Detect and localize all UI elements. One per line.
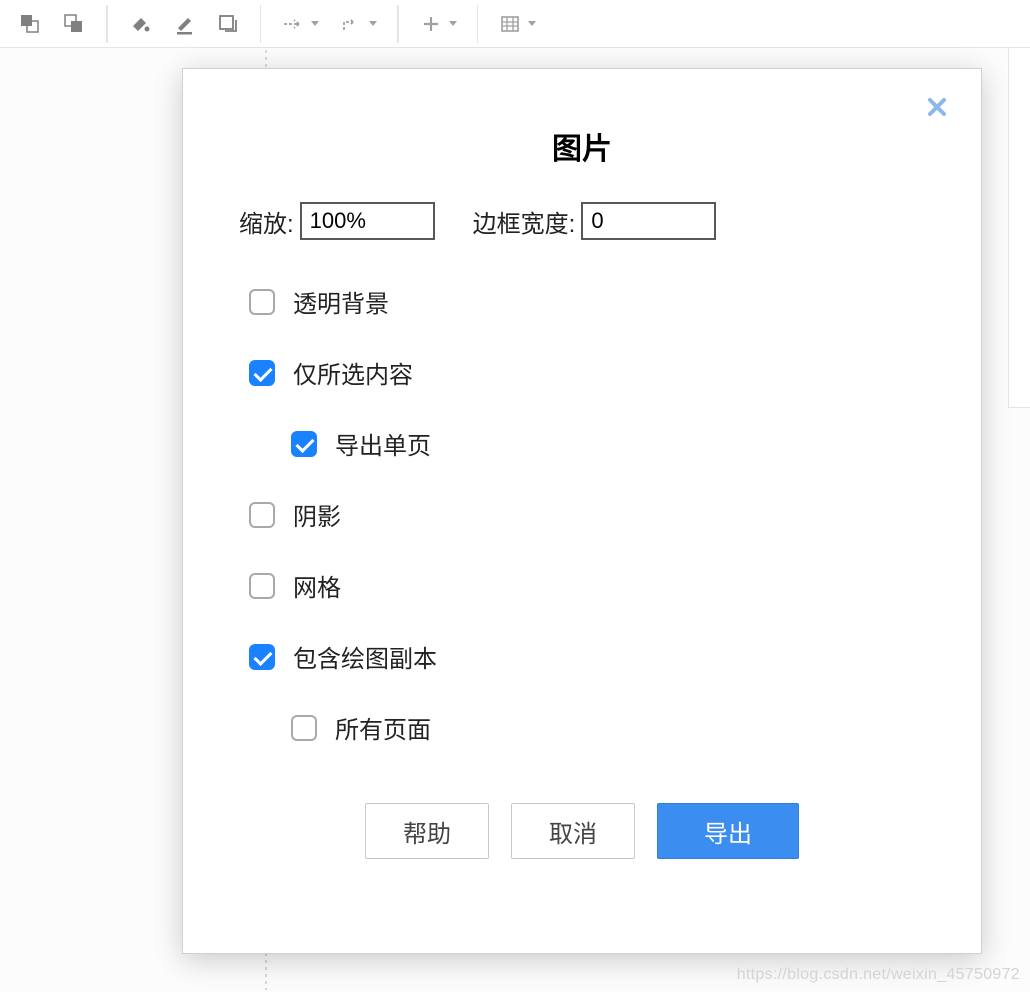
toolbar-group-style: [118, 12, 250, 36]
options-list: 透明背景 仅所选内容 导出单页 阴影 网格 包含绘图副本 所有页面: [183, 284, 981, 745]
toolbar-group-arrange: [8, 12, 96, 36]
toolbar: [0, 0, 1030, 48]
toolbar-separator: [106, 5, 108, 43]
transparent-checkbox[interactable]: [249, 289, 275, 315]
option-include-copy: 包含绘图副本: [249, 639, 981, 674]
grid-label: 网格: [293, 568, 341, 603]
chevron-down-icon: [311, 21, 319, 26]
toolbar-separator: [397, 5, 399, 43]
help-button[interactable]: 帮助: [365, 803, 489, 859]
waypoint-icon: [339, 12, 363, 36]
transparent-label: 透明背景: [293, 284, 389, 319]
option-selection-only: 仅所选内容: [249, 355, 981, 390]
single-page-label: 导出单页: [335, 426, 431, 461]
zoom-label: 缩放:: [239, 204, 294, 239]
toolbar-group-table: [488, 12, 546, 36]
to-front-icon[interactable]: [18, 12, 42, 36]
option-transparent-background: 透明背景: [249, 284, 981, 319]
line-color-icon[interactable]: [172, 12, 196, 36]
connection-arrow-icon: [281, 12, 305, 36]
option-all-pages: 所有页面: [291, 710, 981, 745]
border-input[interactable]: [581, 202, 716, 240]
border-field: 边框宽度:: [473, 202, 717, 240]
to-back-icon[interactable]: [62, 12, 86, 36]
include-copy-checkbox[interactable]: [249, 644, 275, 670]
close-icon[interactable]: [921, 91, 953, 123]
border-label: 边框宽度:: [473, 204, 576, 239]
zoom-field: 缩放:: [239, 202, 435, 240]
option-shadow: 阴影: [249, 497, 981, 532]
table-dropdown[interactable]: [498, 12, 536, 36]
all-pages-label: 所有页面: [335, 710, 431, 745]
chevron-down-icon: [528, 21, 536, 26]
right-panel-edge: [1008, 48, 1030, 408]
toolbar-group-connection: [271, 12, 387, 36]
include-copy-label: 包含绘图副本: [293, 639, 437, 674]
single-page-checkbox[interactable]: [291, 431, 317, 457]
shadow-label: 阴影: [293, 497, 341, 532]
waypoint-dropdown[interactable]: [339, 12, 377, 36]
dialog-button-row: 帮助 取消 导出: [183, 803, 981, 859]
toolbar-separator: [260, 5, 262, 43]
selection-label: 仅所选内容: [293, 355, 413, 390]
cancel-button[interactable]: 取消: [511, 803, 635, 859]
option-export-single-page: 导出单页: [291, 426, 981, 461]
table-icon: [498, 12, 522, 36]
shadow-checkbox[interactable]: [249, 502, 275, 528]
grid-checkbox[interactable]: [249, 573, 275, 599]
selection-checkbox[interactable]: [249, 360, 275, 386]
chevron-down-icon: [369, 21, 377, 26]
export-button[interactable]: 导出: [657, 803, 799, 859]
connection-style-dropdown[interactable]: [281, 12, 319, 36]
fill-color-icon[interactable]: [128, 12, 152, 36]
dialog-title: 图片: [183, 124, 981, 168]
field-row: 缩放: 边框宽度:: [183, 202, 981, 240]
plus-icon: [419, 12, 443, 36]
insert-dropdown[interactable]: [419, 12, 457, 36]
export-image-dialog: 图片 缩放: 边框宽度: 透明背景 仅所选内容 导出单页 阴影 网: [182, 68, 982, 954]
toolbar-separator: [477, 5, 479, 43]
option-grid: 网格: [249, 568, 981, 603]
zoom-input[interactable]: [300, 202, 435, 240]
shadow-icon[interactable]: [216, 12, 240, 36]
chevron-down-icon: [449, 21, 457, 26]
all-pages-checkbox[interactable]: [291, 715, 317, 741]
toolbar-group-insert: [409, 12, 467, 36]
